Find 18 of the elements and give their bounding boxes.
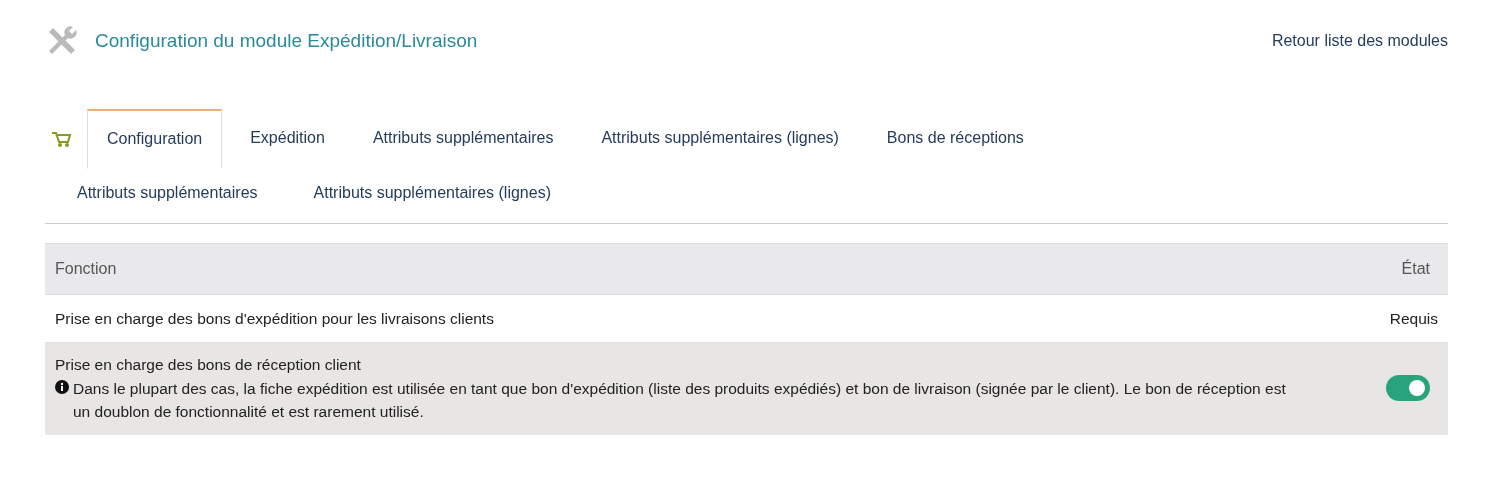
tab[interactable]: Expédition	[230, 108, 345, 168]
tab[interactable]: Bons de réceptions	[866, 108, 1044, 168]
function-label: Prise en charge des bons d'expédition pour les livraisons clients	[55, 309, 495, 329]
tab[interactable]: Attributs supplémentaires (lignes)	[293, 168, 571, 223]
toggle-switch[interactable]	[1386, 375, 1430, 402]
info-note: Dans le plupart des cas, la fiche expédition est utilisée en tant que bon d'expédition (liste des produits expédiés) et bon de livraison (signée par le client). Le bon de réception est un doublon de fonctionnalité et est rarement utilisé.	[73, 378, 1287, 422]
back-link[interactable]: Retour liste des modules	[1271, 29, 1448, 53]
tab[interactable]: Configuration	[87, 109, 223, 169]
column-header: État	[1401, 258, 1430, 279]
tab[interactable]: Attributs supplémentaires (lignes)	[581, 108, 859, 168]
tab[interactable]: Attributs supplémentaires	[352, 108, 574, 168]
tab[interactable]: Attributs supplémentaires	[57, 168, 278, 223]
status-text: Requis	[1389, 309, 1438, 329]
cart-icon	[51, 130, 71, 148]
info-icon	[55, 379, 69, 394]
function-label: Prise en charge des bons de réception client	[55, 355, 362, 376]
page-title: Configuration du module Expédition/Livraison	[95, 28, 478, 53]
column-header: Fonction	[55, 259, 117, 279]
